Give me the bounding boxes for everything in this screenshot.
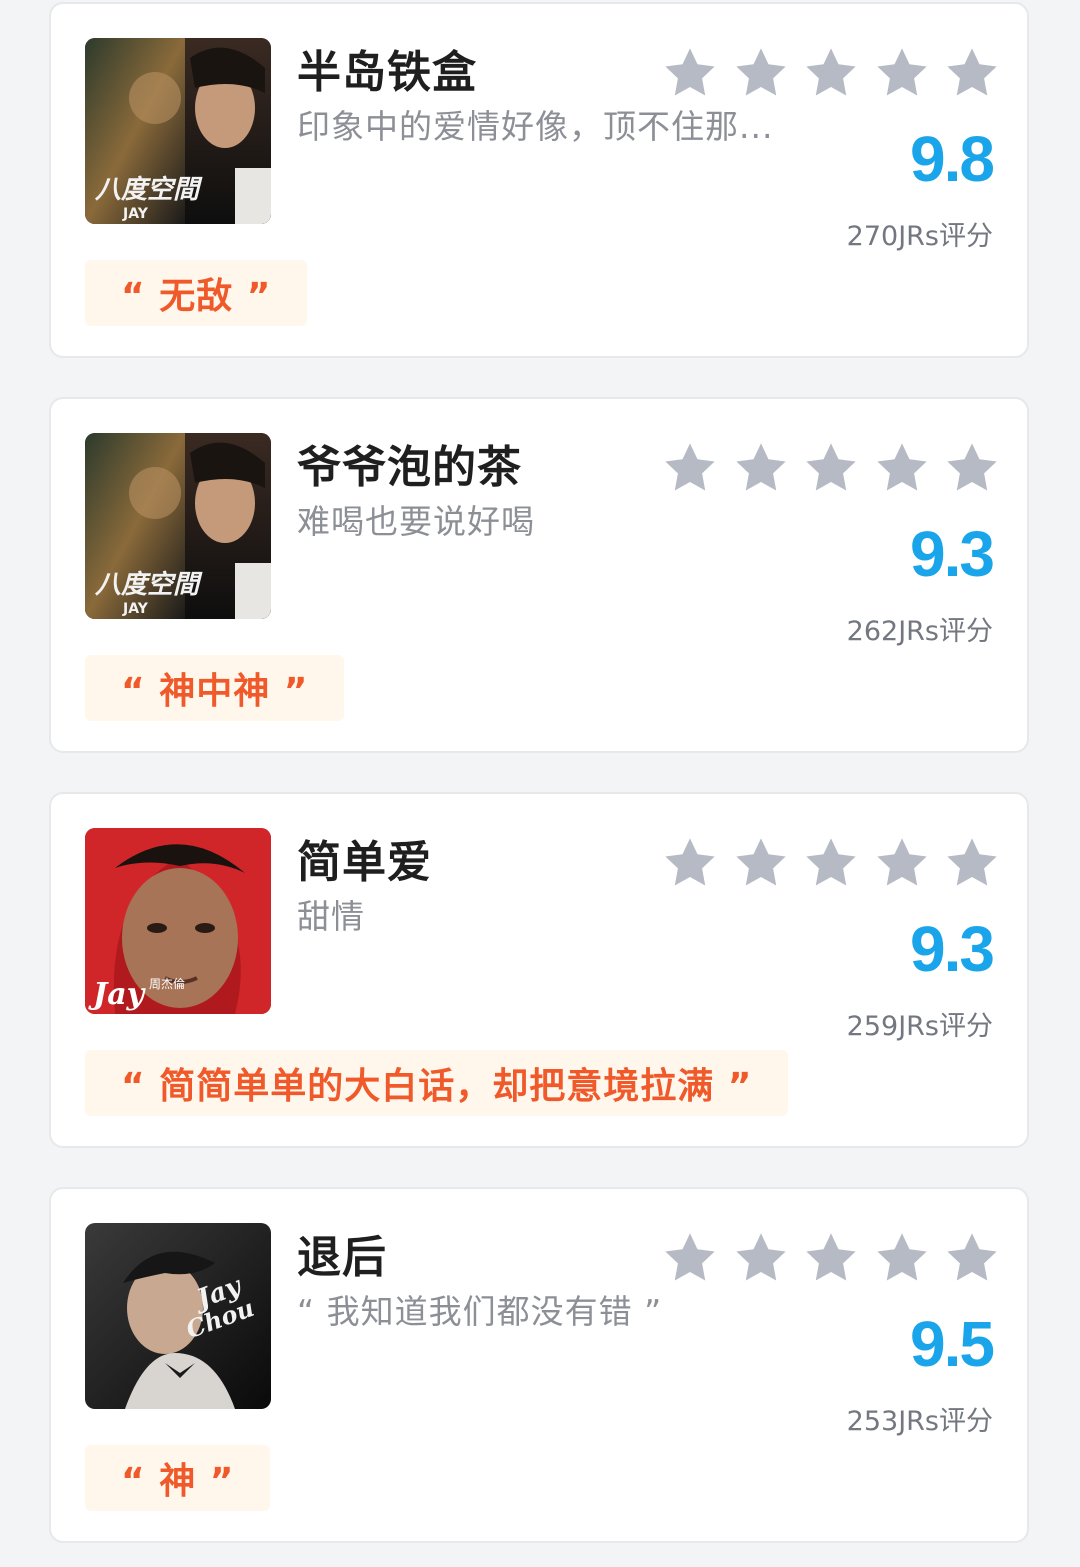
song-rating-list: 八度空間 JAY 半岛铁盒 印象中的爱情好像，顶不住那... 9.8 270JR…	[0, 0, 1080, 1567]
top-comment-tag: “ 神中神 ”	[85, 655, 345, 721]
song-title: 爷爷泡的茶	[297, 442, 522, 493]
star-icon	[661, 44, 719, 102]
top-comment-text: “ 神 ”	[121, 1461, 235, 1502]
star-icon	[873, 439, 931, 497]
star-icon	[732, 44, 790, 102]
album-cover-image: Jay Chou	[85, 1223, 271, 1409]
top-comment-text: “ 神中神 ”	[121, 671, 309, 712]
top-comment-tag: “ 简简单单的大白话，却把意境拉满 ”	[85, 1050, 789, 1116]
score-value: 9.3	[910, 913, 995, 985]
top-comment-tag: “ 神 ”	[85, 1445, 271, 1511]
rating-count: 253JRs评分	[846, 1406, 993, 1437]
score-value: 9.3	[910, 518, 995, 590]
star-icon	[943, 44, 1001, 102]
star-icon	[802, 44, 860, 102]
top-comment-tag: “ 无敌 ”	[85, 260, 308, 326]
rating-count: 262JRs评分	[846, 616, 993, 647]
star-icon	[802, 439, 860, 497]
song-comment: 印象中的爱情好像，顶不住那...	[297, 107, 774, 146]
star-rating	[661, 439, 1001, 499]
rating-count: 259JRs评分	[846, 1011, 993, 1042]
svg-text:八度空間: 八度空間	[94, 570, 203, 600]
song-comment: “ 我知道我们都没有错 ”	[297, 1292, 663, 1331]
album-cover-image: 八度空間 JAY	[85, 38, 271, 224]
star-icon	[661, 1229, 719, 1287]
top-comment-text: “ 简简单单的大白话，却把意境拉满 ”	[121, 1066, 753, 1107]
song-card[interactable]: Jay Chou 退后 “ 我知道我们都没有错 ” 9.5 253JRs评分 “…	[49, 1187, 1029, 1543]
song-title: 退后	[297, 1232, 387, 1283]
song-comment: 难喝也要说好喝	[297, 502, 535, 541]
star-rating	[661, 44, 1001, 104]
star-icon	[732, 1229, 790, 1287]
song-title: 简单爱	[297, 837, 432, 888]
star-icon	[661, 834, 719, 892]
song-title: 半岛铁盒	[297, 47, 477, 98]
star-icon	[943, 834, 1001, 892]
star-icon	[661, 439, 719, 497]
star-rating	[661, 1229, 1001, 1289]
svg-text:八度空間: 八度空間	[94, 175, 203, 205]
rating-count: 270JRs评分	[846, 221, 993, 252]
svg-text:Jay: Jay	[88, 977, 147, 1012]
top-comment-text: “ 无敌 ”	[121, 276, 272, 317]
album-cover-image: 八度空間 JAY	[85, 433, 271, 619]
star-icon	[873, 44, 931, 102]
song-card[interactable]: 八度空間 JAY 半岛铁盒 印象中的爱情好像，顶不住那... 9.8 270JR…	[49, 2, 1029, 358]
star-rating	[661, 834, 1001, 894]
star-icon	[732, 834, 790, 892]
star-icon	[802, 834, 860, 892]
star-icon	[943, 439, 1001, 497]
star-icon	[873, 1229, 931, 1287]
star-icon	[732, 439, 790, 497]
svg-text:JAY: JAY	[122, 601, 149, 617]
svg-text:周杰倫: 周杰倫	[149, 977, 185, 991]
song-card[interactable]: Jay 周杰倫 简单爱 甜情 9.3 259JRs评分 “ 简简单单的大白话，却…	[49, 792, 1029, 1148]
score-value: 9.5	[910, 1308, 995, 1380]
star-icon	[943, 1229, 1001, 1287]
song-comment: 甜情	[297, 897, 365, 936]
score-value: 9.8	[910, 123, 995, 195]
song-card[interactable]: 八度空間 JAY 爷爷泡的茶 难喝也要说好喝 9.3 262JRs评分 “ 神中…	[49, 397, 1029, 753]
svg-text:JAY: JAY	[122, 206, 149, 222]
album-cover-image: Jay 周杰倫	[85, 828, 271, 1014]
star-icon	[873, 834, 931, 892]
star-icon	[802, 1229, 860, 1287]
